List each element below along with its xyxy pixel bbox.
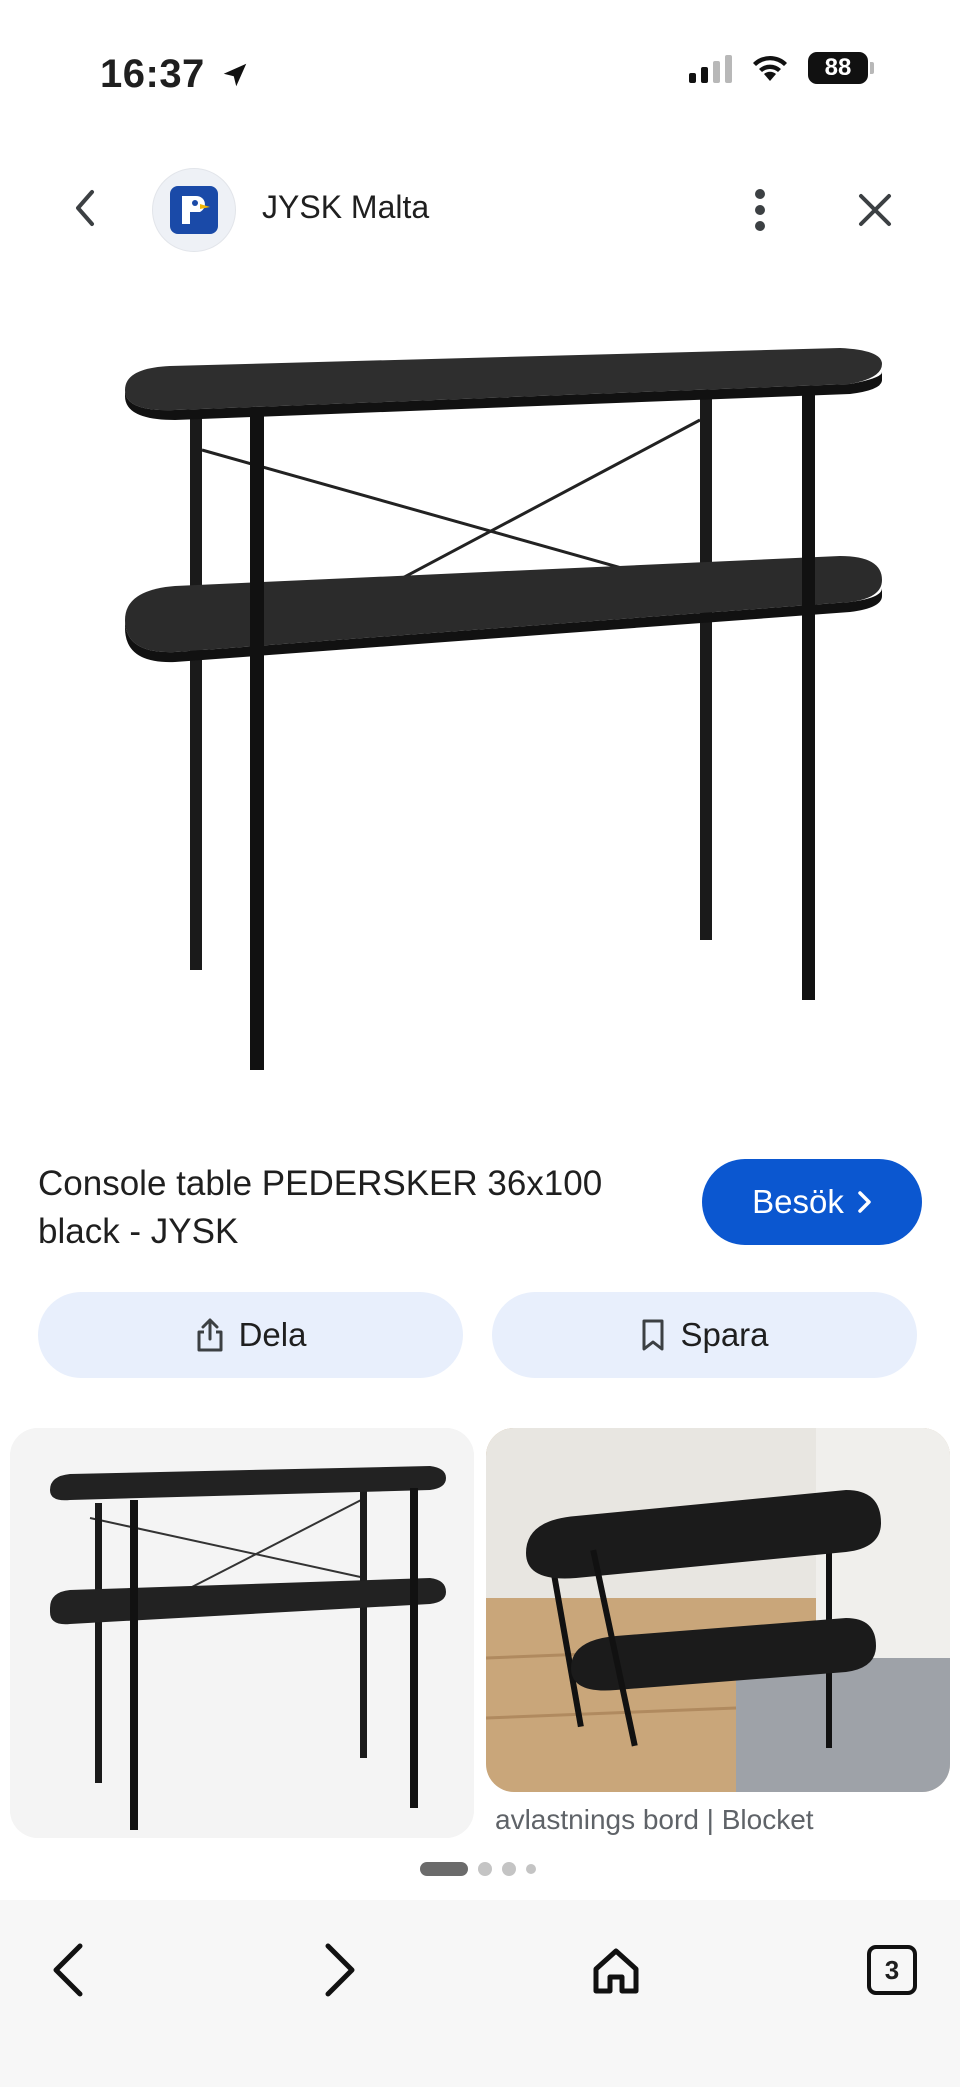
share-button[interactable]: Dela	[38, 1292, 463, 1378]
arrow-forward-icon	[325, 1943, 355, 1997]
related-image-1[interactable]	[10, 1428, 474, 1838]
share-icon	[197, 1318, 223, 1352]
arrow-back-icon	[53, 1943, 83, 1997]
close-button[interactable]	[850, 185, 900, 235]
more-vert-icon	[755, 189, 765, 231]
battery-level: 88	[808, 52, 868, 84]
save-button-label: Spara	[680, 1316, 769, 1353]
related-image-2-caption[interactable]: avlastnings bord | Blocket	[495, 1804, 814, 1836]
bookmark-icon	[642, 1319, 664, 1351]
site-logo	[152, 168, 236, 252]
more-options-button[interactable]	[740, 185, 780, 235]
jysk-bird-icon	[170, 186, 218, 234]
tabs-button[interactable]: 3	[852, 1930, 932, 2010]
save-button[interactable]: Spara	[492, 1292, 917, 1378]
browser-forward-button[interactable]	[300, 1930, 380, 2010]
share-button-label: Dela	[238, 1316, 307, 1353]
status-indicators: 88	[689, 52, 874, 84]
chevron-left-icon	[76, 190, 94, 226]
site-name: JYSK Malta	[262, 189, 430, 225]
related-image-2[interactable]	[486, 1428, 950, 1792]
page-dot	[478, 1862, 492, 1876]
close-icon	[859, 194, 891, 226]
image-page-indicator	[420, 1862, 536, 1876]
location-arrow-icon	[224, 63, 247, 87]
browser-back-button[interactable]	[28, 1930, 108, 2010]
browser-toolbar	[0, 1900, 960, 2087]
tab-count: 3	[867, 1945, 917, 1995]
chevron-right-icon	[858, 1191, 871, 1213]
page-dot-active	[420, 1862, 468, 1876]
back-button[interactable]	[60, 183, 110, 233]
home-button[interactable]	[576, 1930, 656, 2010]
cellular-signal-icon	[689, 53, 732, 83]
product-title[interactable]: Console table PEDERSKER 36x100 black - J…	[38, 1160, 658, 1256]
status-time-text: 16:37	[100, 52, 205, 96]
wifi-icon	[753, 55, 787, 81]
home-icon	[593, 1948, 639, 1994]
battery-icon: 88	[808, 52, 874, 84]
page-dot	[526, 1864, 536, 1874]
visit-button[interactable]: Besök	[702, 1159, 922, 1245]
page-dot	[502, 1862, 516, 1876]
product-image[interactable]	[80, 320, 900, 1080]
status-time: 16:37	[100, 52, 250, 97]
visit-button-label: Besök	[752, 1183, 844, 1220]
